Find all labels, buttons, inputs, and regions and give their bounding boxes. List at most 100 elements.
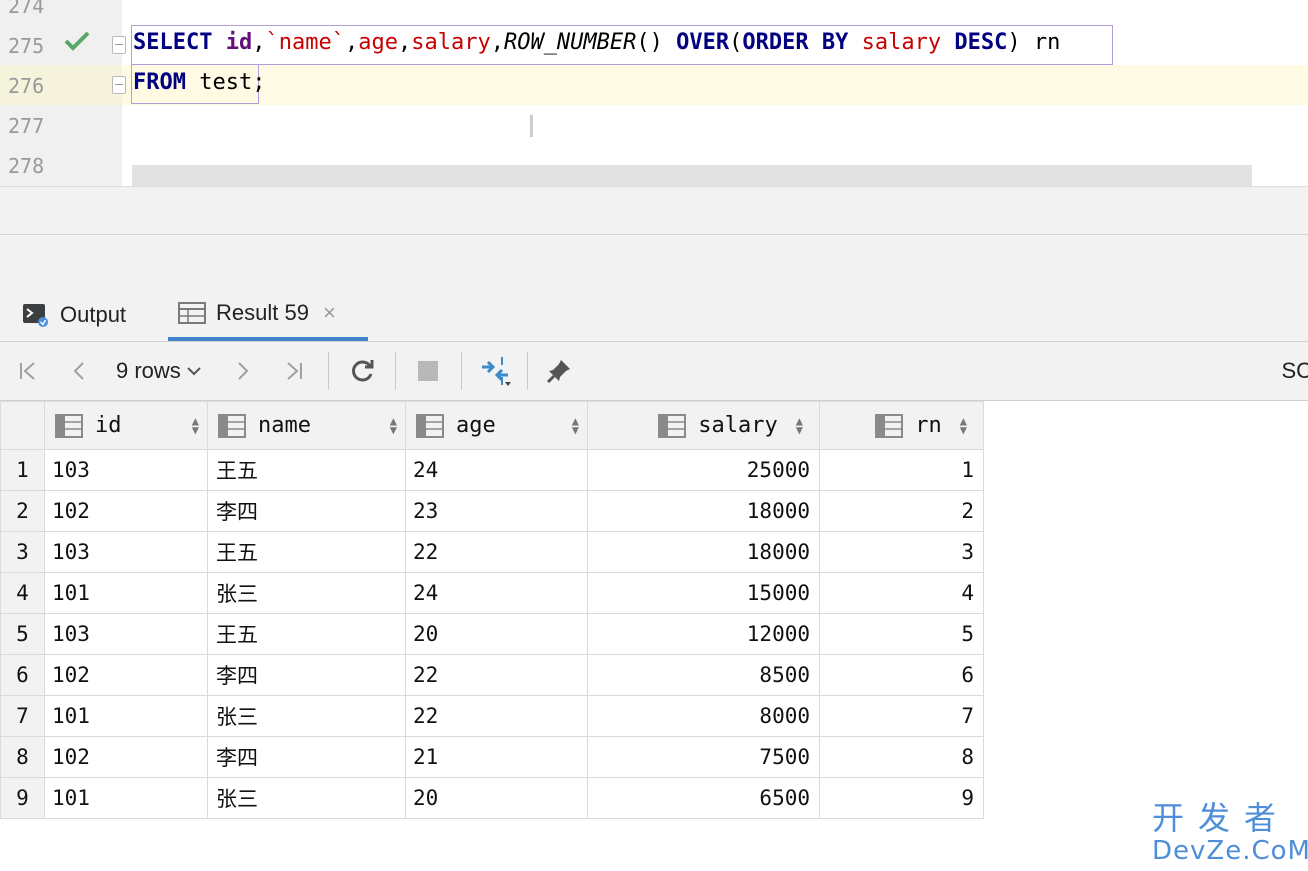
table-row[interactable]: 2 102 李四 23 18000 2 [0,490,984,532]
cell-name[interactable]: 王五 [207,449,406,491]
sort-icon[interactable]: ▲ ▼ [960,415,967,436]
cell-name[interactable]: 张三 [207,572,406,614]
cell-id[interactable]: 102 [44,490,208,532]
close-icon[interactable]: × [323,300,336,326]
cell-salary[interactable]: 25000 [587,449,820,491]
cell-id[interactable]: 103 [44,613,208,655]
pin-icon[interactable] [542,342,576,400]
cell-salary[interactable]: 18000 [587,490,820,532]
cell-rn[interactable]: 2 [819,490,984,532]
cell-name[interactable]: 李四 [207,736,406,778]
cell-salary[interactable]: 15000 [587,572,820,614]
toolbar-separator [395,352,396,390]
panel-splitter[interactable] [0,186,1308,235]
cell-salary[interactable]: 6500 [587,777,820,819]
tab-output[interactable]: Output [22,289,126,341]
line-number: 275 [8,34,45,58]
cell-rn[interactable]: 5 [819,613,984,655]
table-row[interactable]: 1 103 王五 24 25000 1 [0,449,984,491]
cell-rn[interactable]: 3 [819,531,984,573]
code-line-276[interactable]: FROM test; [133,70,265,95]
cell-rn[interactable]: 6 [819,654,984,696]
code-line-275[interactable]: SELECT id,`name`,age,salary,ROW_NUMBER()… [133,30,1060,55]
punct: , [490,30,504,55]
column-header-salary[interactable]: salary ▲ ▼ [587,401,820,450]
cell-rn[interactable]: 9 [819,777,984,819]
column-ref: `name` [265,30,345,55]
cell-age[interactable]: 24 [405,572,588,614]
cell-id[interactable]: 103 [44,531,208,573]
cell-id[interactable]: 101 [44,572,208,614]
last-page-icon[interactable] [280,342,308,400]
cell-age[interactable]: 21 [405,736,588,778]
first-page-icon[interactable] [14,342,42,400]
horizontal-scrollbar[interactable] [132,165,1252,186]
sort-icon[interactable]: ▲ ▼ [572,415,579,436]
fold-marker-icon[interactable] [112,76,126,94]
previous-page-icon[interactable] [66,342,92,400]
table-row[interactable]: 9 101 张三 20 6500 9 [0,777,984,819]
table-ref: test [185,70,253,95]
cell-name[interactable]: 王五 [207,531,406,573]
table-row[interactable]: 5 103 王五 20 12000 5 [0,613,984,655]
cell-name[interactable]: 李四 [207,490,406,532]
column-header-id[interactable]: id ▲ ▼ [44,401,208,450]
cell-age[interactable]: 20 [405,613,588,655]
table-row[interactable]: 6 102 李四 22 8500 6 [0,654,984,696]
cell-salary[interactable]: 12000 [587,613,820,655]
cell-age[interactable]: 24 [405,449,588,491]
fold-marker-icon[interactable] [112,36,126,54]
cell-name[interactable]: 李四 [207,654,406,696]
cell-name[interactable]: 张三 [207,777,406,819]
cell-name[interactable]: 王五 [207,613,406,655]
cell-id[interactable]: 101 [44,777,208,819]
function-name: ROW_NUMBER [503,30,637,55]
column-icon [875,413,904,438]
compare-icon[interactable] [476,342,516,400]
cell-salary[interactable]: 18000 [587,531,820,573]
column-header-label: salary [698,413,778,438]
column-header-age[interactable]: age ▲ ▼ [405,401,588,450]
refresh-icon[interactable] [345,342,379,400]
column-header-rn[interactable]: rn ▲ ▼ [819,401,984,450]
sort-icon[interactable]: ▲ ▼ [390,415,397,436]
tab-result[interactable]: Result 59 × [168,289,368,341]
result-grid: id ▲ ▼ name ▲ ▼ age ▲ ▼ salary ▲ ▼ rn ▲ … [0,401,984,819]
rows-count-label: 9 rows [116,358,181,383]
cell-rn[interactable]: 4 [819,572,984,614]
result-tabs: Output Result 59 × [0,289,1308,342]
column-header-name[interactable]: name ▲ ▼ [207,401,406,450]
column-header-label: name [258,413,311,438]
cell-age[interactable]: 22 [405,531,588,573]
cell-id[interactable]: 102 [44,736,208,778]
page-size-selector[interactable]: 9 rows [116,342,201,400]
cell-rn[interactable]: 7 [819,695,984,737]
sort-icon[interactable]: ▲ ▼ [796,415,803,436]
cell-salary[interactable]: 7500 [587,736,820,778]
cell-rn[interactable]: 1 [819,449,984,491]
cell-salary[interactable]: 8500 [587,654,820,696]
cell-age[interactable]: 22 [405,654,588,696]
table-row[interactable]: 3 103 王五 22 18000 3 [0,531,984,573]
table-row[interactable]: 7 101 张三 22 8000 7 [0,695,984,737]
punct: () [636,30,677,55]
cell-name[interactable]: 张三 [207,695,406,737]
table-row[interactable]: 4 101 张三 24 15000 4 [0,572,984,614]
sql-dialect-label[interactable]: SC [1281,342,1308,400]
next-page-icon[interactable] [230,342,256,400]
line-number: 276 [8,74,45,98]
sort-icon[interactable]: ▲ ▼ [192,415,199,436]
cell-age[interactable]: 22 [405,695,588,737]
punct: , [397,30,412,55]
header-row: id ▲ ▼ name ▲ ▼ age ▲ ▼ salary ▲ ▼ rn ▲ … [0,401,984,450]
cell-salary[interactable]: 8000 [587,695,820,737]
table-row[interactable]: 8 102 李四 21 7500 8 [0,736,984,778]
stop-icon[interactable] [412,342,444,400]
cell-id[interactable]: 101 [44,695,208,737]
cell-rn[interactable]: 8 [819,736,984,778]
sql-editor[interactable]: 274 275 276 277 278 SELECT id,`name`,age… [0,0,1308,186]
cell-age[interactable]: 20 [405,777,588,819]
cell-id[interactable]: 103 [44,449,208,491]
cell-id[interactable]: 102 [44,654,208,696]
cell-age[interactable]: 23 [405,490,588,532]
